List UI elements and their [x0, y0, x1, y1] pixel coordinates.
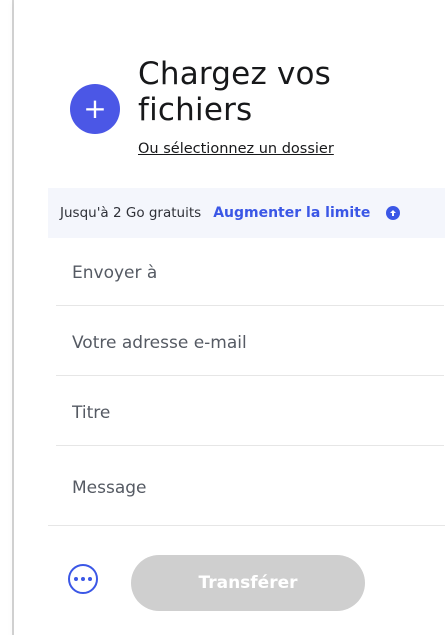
- send-to-input[interactable]: [72, 262, 444, 283]
- message-input[interactable]: [72, 477, 445, 498]
- more-dot: [88, 577, 92, 581]
- transfer-button[interactable]: Transférer: [131, 555, 365, 611]
- more-dot: [74, 577, 78, 581]
- plus-icon: +: [83, 92, 107, 125]
- upgrade-arrow-icon[interactable]: [386, 206, 401, 220]
- email-field[interactable]: [56, 310, 444, 376]
- increase-limit-link[interactable]: Augmenter la limite: [213, 205, 370, 221]
- send-to-field[interactable]: [56, 240, 444, 306]
- upload-card: + Chargez vos fichiers Ou sélectionnez u…: [14, 0, 445, 635]
- message-field[interactable]: [48, 450, 445, 526]
- upload-section: + Chargez vos fichiers Ou sélectionnez u…: [54, 56, 414, 176]
- more-dot: [81, 577, 85, 581]
- title-field[interactable]: [56, 380, 444, 446]
- free-limit-text: Jusqu'à 2 Go gratuits: [60, 205, 202, 221]
- transfer-page: + Chargez vos fichiers Ou sélectionnez u…: [0, 0, 445, 635]
- title-input[interactable]: [72, 402, 444, 423]
- more-options-icon: [74, 577, 92, 581]
- free-limit-bar: Jusqu'à 2 Go gratuits Augmenter la limit…: [48, 188, 445, 238]
- upload-title: Chargez vos fichiers: [138, 56, 332, 128]
- select-folder-link[interactable]: Ou sélectionnez un dossier: [138, 141, 334, 157]
- email-input[interactable]: [72, 332, 444, 353]
- add-files-button[interactable]: +: [70, 84, 120, 134]
- more-options-button[interactable]: [68, 564, 98, 594]
